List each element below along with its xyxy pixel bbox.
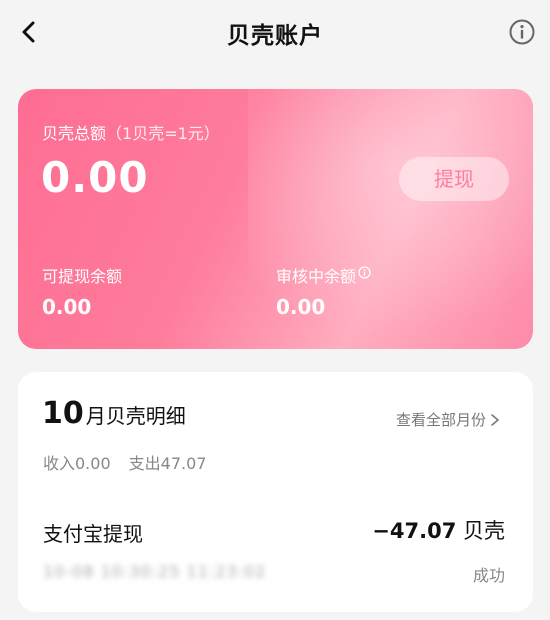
pending-info-icon[interactable] <box>358 264 371 283</box>
pending-balance-value: 0.00 <box>276 295 326 319</box>
pending-balance-label: 审核中余额 <box>276 267 357 286</box>
view-all-months-label: 查看全部月份 <box>396 411 487 429</box>
info-circle-icon <box>509 19 535 45</box>
top-nav-bar: 贝壳账户 <box>0 0 550 64</box>
balance-card: 贝壳总额（1贝壳=1元） 0.00 提现 可提现余额 0.00 审核中余额 0.… <box>18 89 533 349</box>
transaction-title: 支付宝提现 <box>43 522 143 546</box>
total-label-text: 贝壳总额 <box>42 124 107 143</box>
monthly-summary: 收入0.00 支出47.07 <box>43 450 206 474</box>
info-button[interactable] <box>507 17 537 47</box>
income-summary: 收入0.00 <box>43 454 111 473</box>
total-balance-value: 0.00 <box>41 153 149 202</box>
pending-balance-label-group: 审核中余额 <box>276 263 371 287</box>
withdrawable-balance-label: 可提现余额 <box>42 267 123 286</box>
page-title: 贝壳账户 <box>227 23 323 49</box>
transaction-time-blurred: 10-08 10:30:25 11:23:02 <box>43 562 267 581</box>
transaction-status: 成功 <box>472 566 505 585</box>
withdraw-button[interactable]: 提现 <box>399 157 509 201</box>
transaction-amount-unit: 贝壳 <box>463 519 505 543</box>
withdrawable-balance-value: 0.00 <box>42 295 92 319</box>
month-title-text: 月贝壳明细 <box>85 404 186 428</box>
chevron-right-icon <box>491 413 499 426</box>
month-number: 10 <box>42 396 84 431</box>
monthly-detail-card: 10 月贝壳明细 查看全部月份 收入0.00 支出47.07 支付宝提现 −47.0… <box>18 372 533 612</box>
transaction-amount: −47.07 贝壳 <box>372 515 505 545</box>
total-balance-label: 贝壳总额（1贝壳=1元） <box>42 120 220 144</box>
view-all-months-link[interactable]: 查看全部月份 <box>396 409 501 430</box>
month-heading: 10 月贝壳明细 <box>42 396 186 431</box>
exchange-rate-note: （1贝壳=1元） <box>106 124 220 143</box>
expense-summary: 支出47.07 <box>128 454 207 473</box>
transaction-amount-value: −47.07 <box>372 519 457 543</box>
